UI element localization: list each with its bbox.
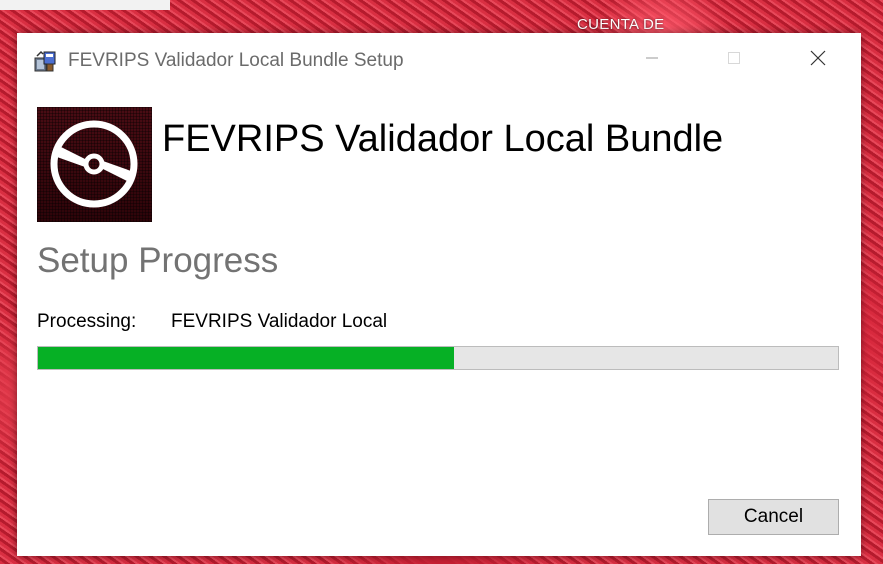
progress-bar	[37, 346, 839, 370]
product-logo	[37, 107, 152, 222]
close-icon	[809, 49, 827, 72]
progress-bar-fill	[38, 347, 454, 369]
cancel-button[interactable]: Cancel	[708, 499, 839, 535]
maximize-icon	[727, 51, 741, 70]
installer-package-icon	[33, 49, 57, 73]
window-title: FEVRIPS Validador Local Bundle Setup	[68, 50, 404, 71]
title-bar[interactable]: FEVRIPS Validador Local Bundle Setup	[17, 33, 861, 87]
close-button[interactable]	[795, 33, 841, 87]
disc-icon	[37, 120, 152, 226]
desktop-icon-label: CUENTA DE	[577, 16, 665, 33]
product-title: FEVRIPS Validador Local Bundle	[162, 118, 724, 160]
taskbar-strip	[0, 0, 170, 10]
installer-window: FEVRIPS Validador Local Bundle Setup FEV…	[17, 33, 861, 556]
processing-item: FEVRIPS Validador Local	[171, 311, 388, 332]
minimize-icon	[645, 51, 659, 70]
processing-label: Processing:	[37, 311, 137, 332]
minimize-button[interactable]	[629, 33, 675, 87]
page-title: Setup Progress	[37, 241, 279, 280]
maximize-button[interactable]	[711, 33, 757, 87]
